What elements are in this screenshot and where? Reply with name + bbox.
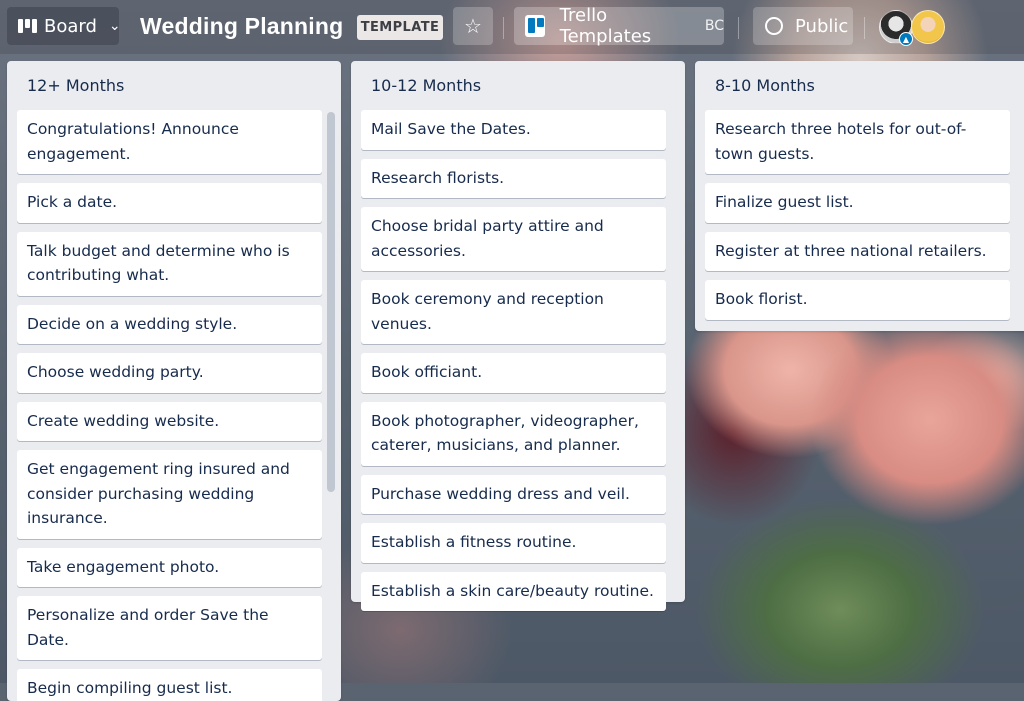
trello-logo-icon	[525, 15, 545, 37]
list-12-plus-months: 12+ Months Congratulations! Announce eng…	[7, 61, 341, 701]
workspace-name: Trello Templates	[559, 5, 652, 47]
card[interactable]: Decide on a wedding style.	[17, 304, 322, 344]
board-title[interactable]: Wedding Planning	[140, 13, 343, 40]
board-header: Board ⌄ Wedding Planning TEMPLATE ☆ Trel…	[0, 0, 1024, 54]
visibility-label: Public	[795, 15, 849, 37]
card[interactable]: Purchase wedding dress and veil.	[361, 474, 666, 514]
card[interactable]: Begin compiling guest list.	[17, 669, 322, 701]
card[interactable]: Register at three national retailers.	[705, 231, 1010, 271]
star-icon: ☆	[464, 14, 482, 38]
card[interactable]: Establish a fitness routine.	[361, 523, 666, 563]
card[interactable]: Choose wedding party.	[17, 353, 322, 393]
template-badge: TEMPLATE	[357, 15, 443, 40]
globe-icon	[765, 17, 783, 35]
card-container: Mail Save the Dates. Research florists. …	[361, 110, 666, 620]
card[interactable]: Get engagement ring insured and consider…	[17, 450, 322, 539]
workspace-tag: BC	[704, 18, 724, 34]
board-icon	[18, 19, 37, 33]
board-switcher-label: Board	[44, 15, 97, 37]
admin-chevron-icon: ▲	[899, 32, 913, 46]
card-container: Research three hotels for out-of-town gu…	[705, 110, 1010, 329]
board-switcher-button[interactable]: Board ⌄	[7, 7, 121, 45]
header-divider	[503, 17, 504, 39]
card[interactable]: Book florist.	[705, 280, 1010, 320]
card[interactable]: Congratulations! Announce engagement.	[17, 110, 322, 174]
member-avatar[interactable]	[911, 10, 945, 44]
list-8-10-months: 8-10 Months Research three hotels for ou…	[695, 61, 1024, 331]
list-10-12-months: 10-12 Months Mail Save the Dates. Resear…	[351, 61, 685, 611]
header-divider	[864, 17, 865, 39]
list-title[interactable]: 10-12 Months	[371, 76, 685, 96]
card[interactable]: Pick a date.	[17, 183, 322, 223]
card[interactable]: Book photographer, videographer, caterer…	[361, 401, 666, 466]
card[interactable]: Research three hotels for out-of-town gu…	[705, 110, 1010, 174]
header-divider	[738, 17, 739, 39]
list-title[interactable]: 12+ Months	[27, 76, 341, 96]
visibility-button[interactable]: Public	[753, 7, 853, 45]
list-title[interactable]: 8-10 Months	[715, 76, 1024, 96]
card[interactable]: Book ceremony and reception venues.	[361, 280, 666, 344]
card[interactable]: Choose bridal party attire and accessori…	[361, 207, 666, 271]
card[interactable]: Establish a skin care/beauty routine.	[361, 571, 666, 611]
star-button[interactable]: ☆	[453, 7, 493, 45]
card-container: Congratulations! Announce engagement. Pi…	[17, 110, 322, 701]
card[interactable]: Create wedding website.	[17, 401, 322, 441]
chevron-down-icon: ⌄	[108, 18, 121, 34]
card[interactable]: Personalize and order Save the Date.	[17, 596, 322, 660]
card[interactable]: Research florists.	[361, 158, 666, 198]
card[interactable]: Talk budget and determine who is contrib…	[17, 231, 322, 296]
workspace-button[interactable]: Trello Templates BC	[514, 5, 724, 47]
card[interactable]: Book officiant.	[361, 353, 666, 393]
card[interactable]: Finalize guest list.	[705, 183, 1010, 223]
card[interactable]: Mail Save the Dates.	[361, 110, 666, 150]
list-scrollbar[interactable]	[327, 112, 335, 492]
card[interactable]: Take engagement photo.	[17, 547, 322, 587]
